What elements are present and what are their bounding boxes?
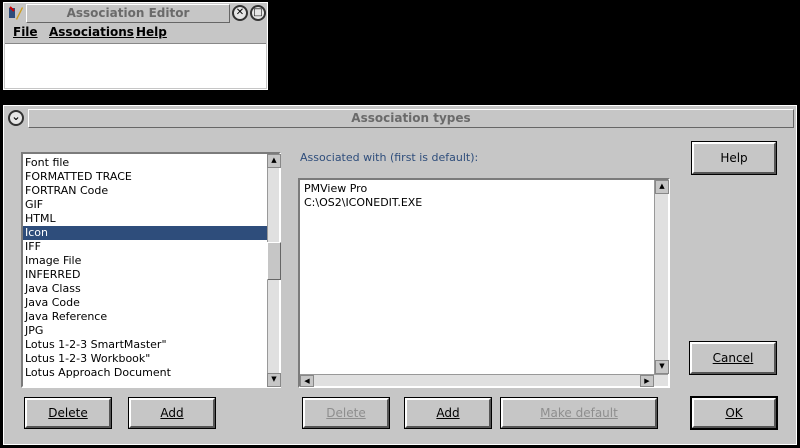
maximize-icon[interactable]: □ <box>250 5 266 21</box>
cancel-button[interactable]: Cancel <box>690 342 776 374</box>
list-items: Font file FORMATTED TRACE FORTRAN Code GIF H… <box>23 154 267 386</box>
scroll-left-icon[interactable]: ◀ <box>300 375 314 387</box>
editor-title: Association Editor <box>26 4 230 23</box>
assoc-delete-button[interactable]: Delete <box>303 398 389 428</box>
type-add-button[interactable]: Add <box>129 398 215 428</box>
assoc-items: PMView Pro C:\OS2\ICONEDIT.EXE <box>302 182 654 372</box>
scroll-thumb[interactable] <box>267 242 281 280</box>
scroll-up-icon[interactable]: ▲ <box>267 154 281 168</box>
list-item[interactable]: Image File <box>23 254 267 268</box>
make-default-button[interactable]: Make default <box>501 398 657 428</box>
app-icon[interactable] <box>8 5 24 21</box>
list-item[interactable]: Java Class <box>23 282 267 296</box>
list-item[interactable]: IFF <box>23 240 267 254</box>
list-item[interactable]: JPG <box>23 324 267 338</box>
list-item[interactable]: INFERRED <box>23 268 267 282</box>
list-item[interactable]: Icon <box>23 226 267 240</box>
assoc-add-button[interactable]: Add <box>405 398 491 428</box>
menu-help[interactable]: Help <box>136 25 167 39</box>
scroll-right-icon[interactable]: ▶ <box>640 375 654 387</box>
vertical-scrollbar[interactable]: ▲ ▼ <box>267 154 281 387</box>
assoc-list-item[interactable]: C:\OS2\ICONEDIT.EXE <box>302 196 654 210</box>
menu-file[interactable]: File <box>13 25 38 39</box>
list-item[interactable]: Lotus 1-2-3 SmartMaster" <box>23 338 267 352</box>
scroll-down-icon[interactable]: ▼ <box>655 360 669 374</box>
assoc-horizontal-scrollbar[interactable]: ◀ ▶ <box>300 374 668 387</box>
editor-client-area <box>5 43 266 88</box>
association-types-window: ⌄ Association types Font file FORMATTED T… <box>3 105 797 445</box>
close-icon[interactable]: ✕ <box>232 5 248 21</box>
assoc-vertical-scrollbar[interactable]: ▲ ▼ <box>654 180 669 374</box>
menu-associations[interactable]: Associations <box>49 25 134 39</box>
help-button[interactable]: Help <box>692 142 776 174</box>
association-types-list[interactable]: Font file FORMATTED TRACE FORTRAN Code GIF H… <box>21 152 281 388</box>
scroll-up-icon[interactable]: ▲ <box>655 180 669 194</box>
list-item[interactable]: Java Reference <box>23 310 267 324</box>
associated-with-label: Associated with (first is default): <box>300 151 479 164</box>
list-item[interactable]: Lotus Approach Document <box>23 366 267 380</box>
type-delete-button[interactable]: Delete <box>25 398 111 428</box>
list-item[interactable]: FORTRAN Code <box>23 184 267 198</box>
scroll-down-icon[interactable]: ▼ <box>267 373 281 387</box>
associated-programs-list[interactable]: PMView Pro C:\OS2\ICONEDIT.EXE ▲ ▼ ◀ ▶ <box>298 178 670 388</box>
menu-bar: File Associations Help <box>5 24 266 42</box>
assoc-list-item[interactable]: PMView Pro <box>302 182 654 196</box>
list-item[interactable]: Lotus 1-2-3 Workbook" <box>23 352 267 366</box>
ok-button[interactable]: OK <box>692 398 776 428</box>
list-item[interactable]: HTML <box>23 212 267 226</box>
list-item[interactable]: Font file <box>23 156 267 170</box>
types-title: Association types <box>28 109 794 128</box>
list-item[interactable]: Java Code <box>23 296 267 310</box>
association-editor-window: Association Editor ✕ □ File Associations… <box>3 2 268 90</box>
list-item[interactable]: FORMATTED TRACE <box>23 170 267 184</box>
chevron-down-icon[interactable]: ⌄ <box>8 110 24 126</box>
list-item[interactable]: GIF <box>23 198 267 212</box>
